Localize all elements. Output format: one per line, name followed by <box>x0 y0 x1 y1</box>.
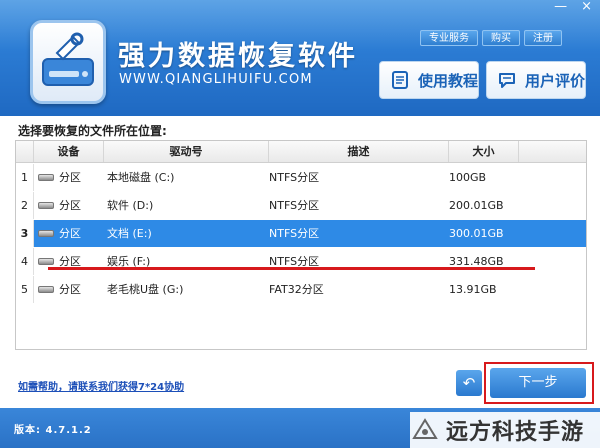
size-cell: 331.48GB <box>449 255 504 268</box>
selection-annotation-underline <box>48 267 535 270</box>
app-website-url: WWW.QIANGLIHUIFU.COM <box>119 72 313 87</box>
description-cell: NTFS分区 <box>269 171 320 184</box>
size-cell: 300.01GB <box>449 227 504 240</box>
table-row-selected[interactable]: 3 分区 文档 (E:) NTFS分区 300.01GB <box>16 220 586 247</box>
device-label: 分区 <box>59 199 81 212</box>
device-label: 分区 <box>59 227 81 240</box>
drive-wrench-icon <box>42 32 94 86</box>
description-cell: NTFS分区 <box>269 255 320 268</box>
device-label: 分区 <box>59 255 81 268</box>
disk-icon <box>38 202 54 209</box>
device-label: 分区 <box>59 283 81 296</box>
row-index: 5 <box>16 276 34 303</box>
size-cell: 200.01GB <box>449 199 504 212</box>
select-location-prompt: 选择要恢复的文件所在位置: <box>18 124 167 138</box>
size-cell: 100GB <box>449 171 487 184</box>
next-step-button[interactable]: 下一步 <box>490 368 586 398</box>
drive-cell: 本地磁盘 (C:) <box>107 171 175 184</box>
minimize-button[interactable]: — <box>554 0 567 14</box>
column-header-description[interactable]: 描述 <box>269 141 449 162</box>
tutorial-button[interactable]: 使用教程 <box>379 61 479 99</box>
device-cell: 分区 <box>34 164 104 191</box>
device-cell: 分区 <box>34 248 104 275</box>
app-logo <box>30 20 106 104</box>
row-index: 2 <box>16 192 34 219</box>
device-label: 分区 <box>59 171 81 184</box>
drive-cell: 文档 (E:) <box>107 227 152 240</box>
disk-icon <box>38 286 54 293</box>
watermark-text: 远方科技手游 <box>446 420 585 445</box>
table-row[interactable]: 5 分区 老毛桃U盘 (G:) FAT32分区 13.91GB <box>16 276 586 303</box>
device-cell: 分区 <box>34 192 104 219</box>
document-icon <box>392 71 408 89</box>
window-controls: — × <box>554 0 592 14</box>
header-bar: 强力数据恢复软件 WWW.QIANGLIHUIFU.COM — × 专业服务 购… <box>0 0 600 116</box>
row-index: 3 <box>16 220 34 247</box>
row-index: 1 <box>16 164 34 191</box>
user-review-button[interactable]: 用户评价 <box>486 61 586 99</box>
description-cell: FAT32分区 <box>269 283 324 296</box>
back-button[interactable]: ↶ <box>456 370 482 396</box>
column-header-index <box>16 141 34 162</box>
register-link[interactable]: 注册 <box>524 30 562 46</box>
drive-cell: 娱乐 (F:) <box>107 255 151 268</box>
device-cell: 分区 <box>34 276 104 303</box>
help-contact-link[interactable]: 如需帮助，请联系我们获得7*24协助 <box>18 378 184 393</box>
description-cell: NTFS分区 <box>269 227 320 240</box>
table-row[interactable]: 2 分区 软件 (D:) NTFS分区 200.01GB <box>16 192 586 219</box>
drive-cell: 软件 (D:) <box>107 199 154 212</box>
row-index: 4 <box>16 248 34 275</box>
watermark-logo-icon <box>412 418 438 439</box>
user-review-button-label: 用户评价 <box>525 71 586 90</box>
disk-icon <box>38 230 54 237</box>
column-header-drive[interactable]: 驱动号 <box>104 141 269 162</box>
top-links: 专业服务 购买 注册 <box>420 30 562 46</box>
table-row[interactable]: 1 分区 本地磁盘 (C:) NTFS分区 100GB <box>16 164 586 191</box>
table-row[interactable]: 4 分区 娱乐 (F:) NTFS分区 331.48GB <box>16 248 586 275</box>
version-label: 版本: 4.7.1.2 <box>14 425 92 436</box>
partition-table: 设备 驱动号 描述 大小 1 分区 本地磁盘 (C:) NTFS分区 100GB… <box>15 140 587 350</box>
tutorial-button-label: 使用教程 <box>418 71 479 90</box>
close-button[interactable]: × <box>581 0 592 14</box>
disk-icon <box>38 258 54 265</box>
purchase-link[interactable]: 购买 <box>482 30 520 46</box>
size-cell: 13.91GB <box>449 283 497 296</box>
chat-bubble-icon <box>499 73 515 88</box>
column-header-size[interactable]: 大小 <box>449 141 519 162</box>
device-cell: 分区 <box>34 220 104 247</box>
disk-icon <box>38 174 54 181</box>
app-window: 强力数据恢复软件 WWW.QIANGLIHUIFU.COM — × 专业服务 购… <box>0 0 600 448</box>
app-title: 强力数据恢复软件 <box>118 41 358 72</box>
drive-cell: 老毛桃U盘 (G:) <box>107 283 184 296</box>
column-header-device[interactable]: 设备 <box>34 141 104 162</box>
table-header: 设备 驱动号 描述 大小 <box>16 141 586 163</box>
professional-service-link[interactable]: 专业服务 <box>420 30 478 46</box>
main-content: 选择要恢复的文件所在位置: 设备 驱动号 描述 大小 1 分区 本地磁盘 (C:… <box>0 116 600 408</box>
description-cell: NTFS分区 <box>269 199 320 212</box>
